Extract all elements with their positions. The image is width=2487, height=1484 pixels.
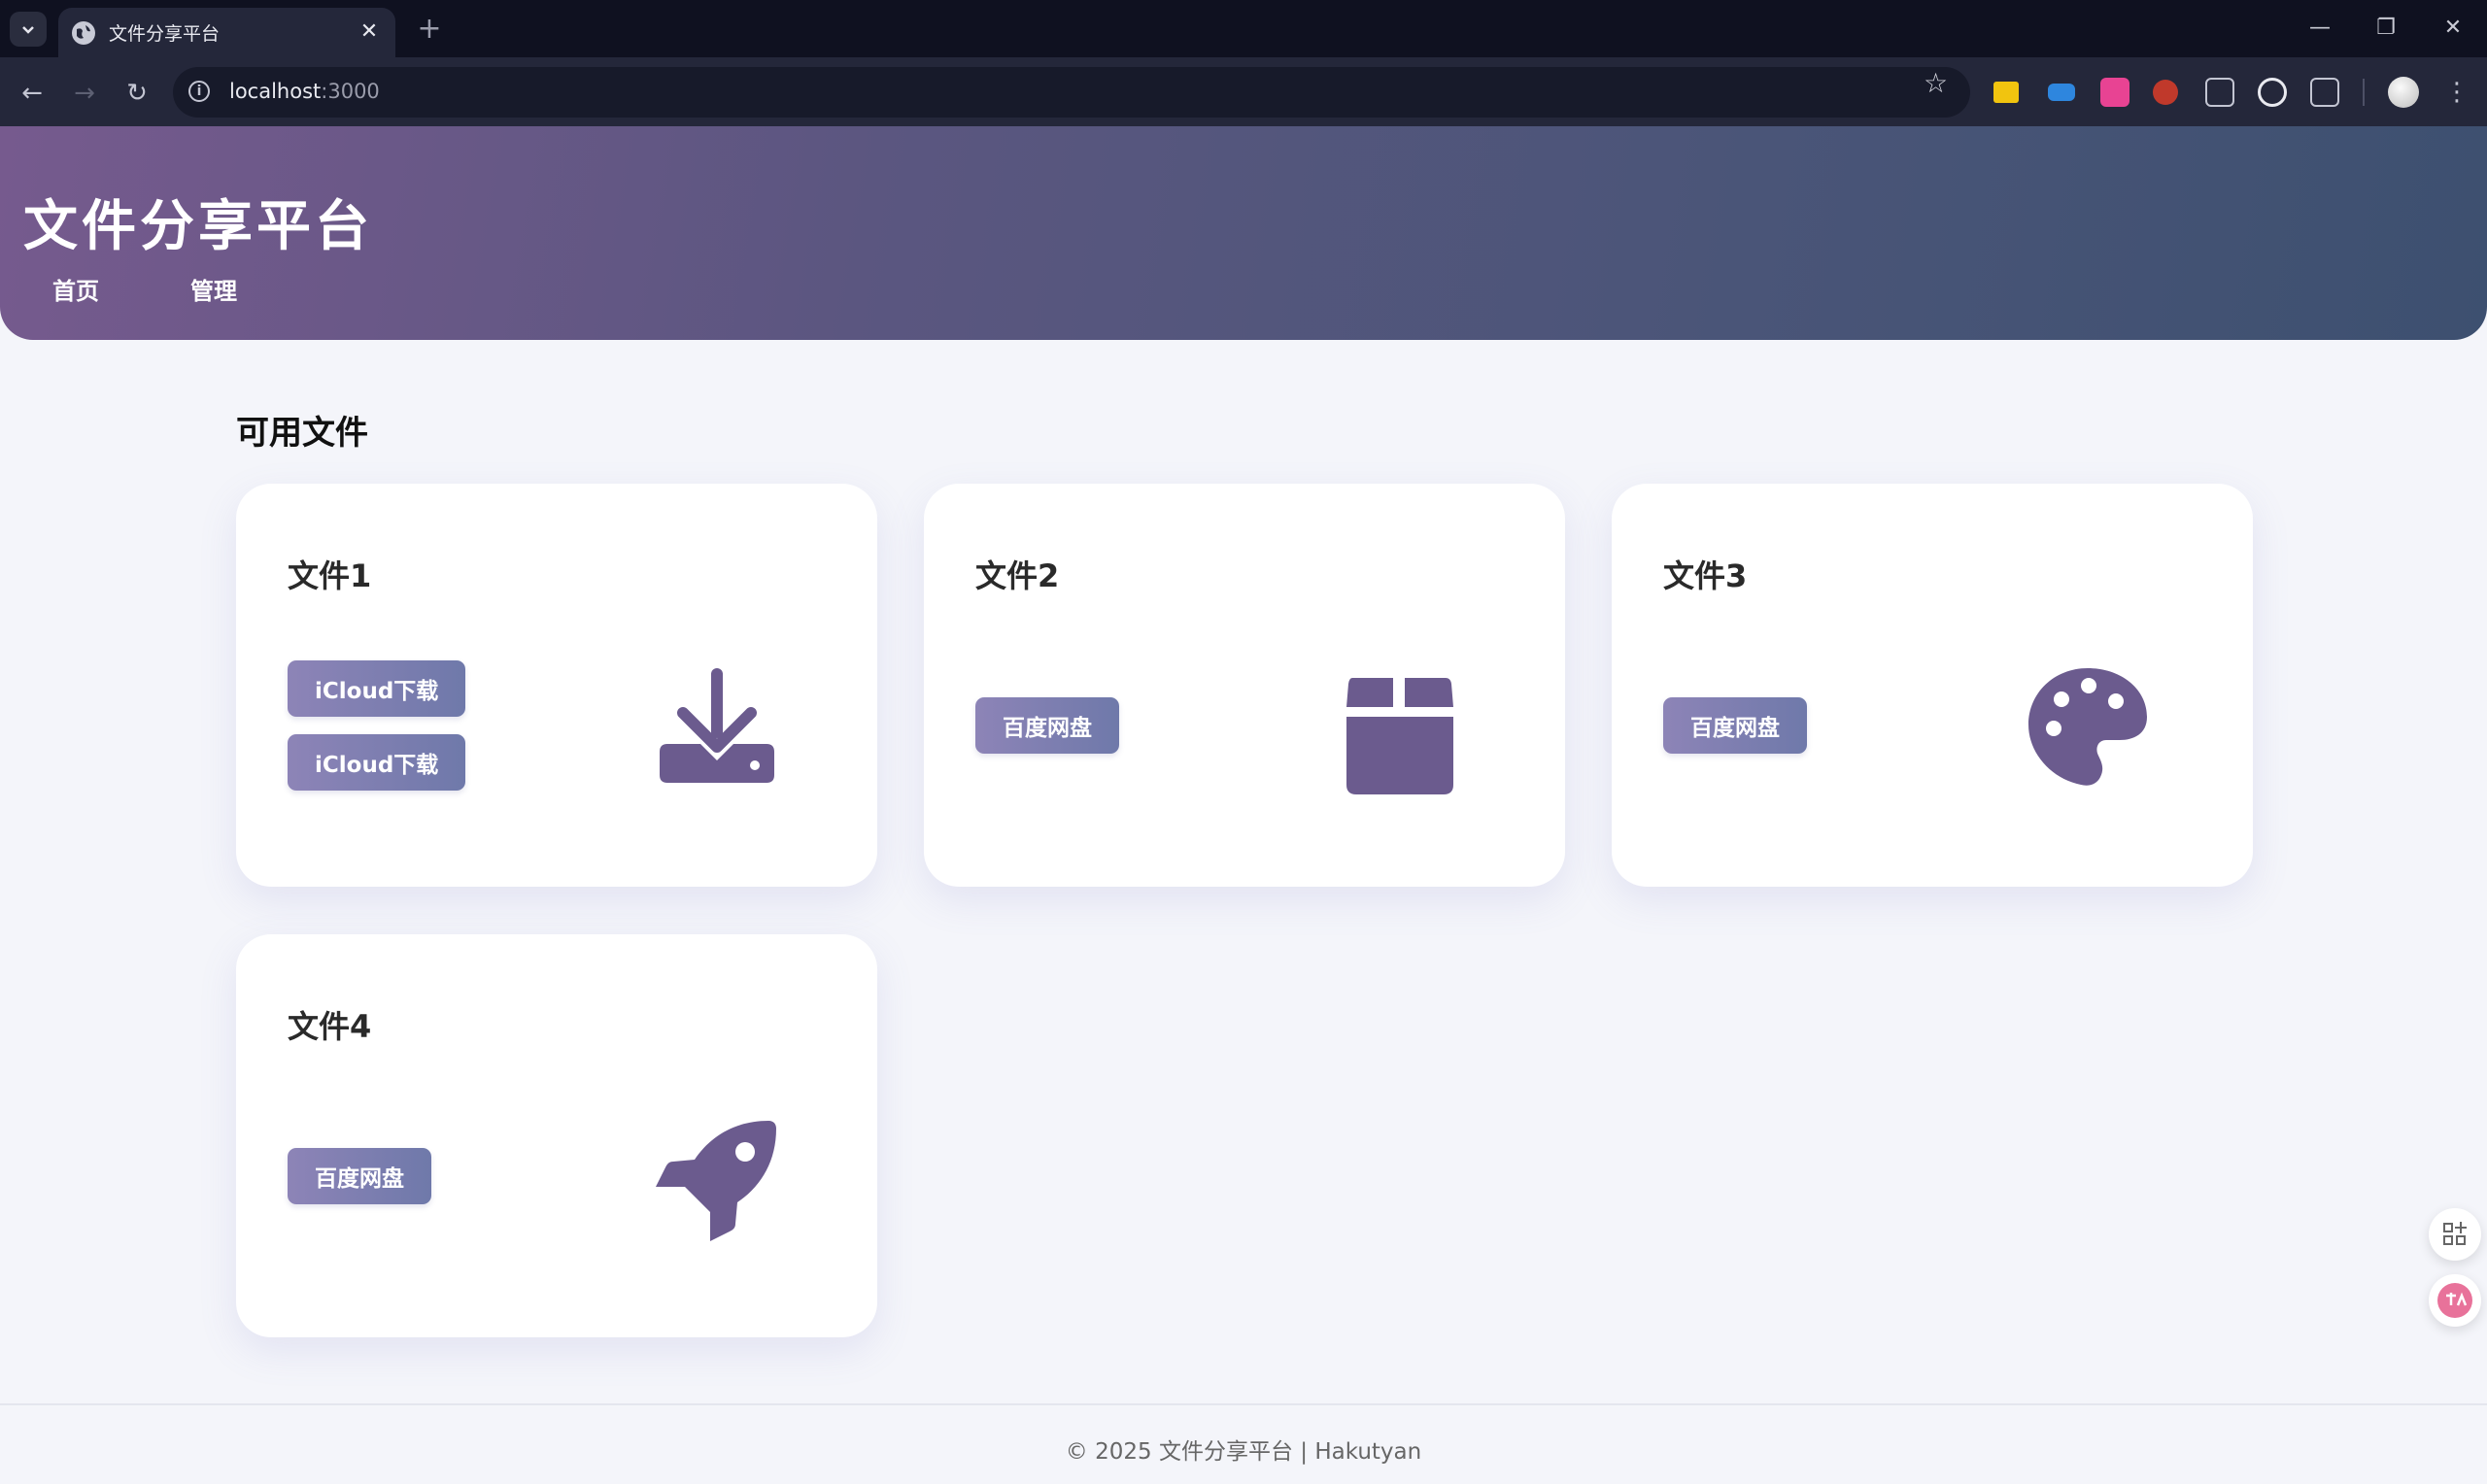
grid-add-icon: [2443, 1222, 2467, 1245]
browser-tabstrip: 文件分享平台 ✕ + — ❐ ✕: [0, 0, 2487, 57]
file-title: 文件3: [1663, 557, 1748, 594]
back-arrow-icon[interactable]: ←: [16, 77, 49, 110]
file-card-4: 文件4 百度网盘: [236, 934, 877, 1337]
extension-icon-compass[interactable]: [2258, 78, 2287, 107]
footer-copyright: © 2025 文件分享平台 | Hakutyan: [1065, 1439, 1422, 1465]
translate-icon: [2437, 1283, 2472, 1318]
profile-avatar[interactable]: [2388, 77, 2419, 108]
toolbar-divider: [2363, 79, 2365, 106]
extension-icon-block[interactable]: [2153, 80, 2178, 105]
bookmark-star-icon[interactable]: ☆: [1924, 67, 1948, 99]
reload-icon[interactable]: ↻: [120, 77, 153, 110]
close-icon[interactable]: ✕: [357, 19, 382, 45]
extension-icon-blue[interactable]: [2048, 84, 2075, 101]
chevron-down-icon: [22, 26, 34, 34]
browser-tab[interactable]: 文件分享平台 ✕: [58, 8, 395, 57]
site-title: 文件分享平台: [23, 195, 373, 258]
forward-arrow-icon[interactable]: →: [68, 77, 101, 110]
tab-search-button[interactable]: [10, 12, 47, 47]
file-card-3: 文件3 百度网盘: [1612, 484, 2253, 887]
file-title: 文件1: [288, 557, 372, 594]
icloud-download-button[interactable]: iCloud下载: [288, 660, 466, 717]
baidu-netdisk-button[interactable]: 百度网盘: [975, 697, 1119, 754]
puzzle-extensions-icon[interactable]: [2310, 78, 2339, 107]
extension-icon-translate[interactable]: [2100, 78, 2129, 107]
icloud-download-button[interactable]: iCloud下载: [288, 734, 466, 791]
file-title: 文件4: [288, 1008, 372, 1045]
site-info-icon[interactable]: i: [188, 81, 210, 102]
nav-link-home[interactable]: 首页: [52, 272, 99, 306]
minimize-icon[interactable]: —: [2300, 14, 2339, 43]
footer-divider: [0, 1403, 2487, 1405]
site-nav: 首页 管理: [52, 272, 237, 306]
tab-title: 文件分享平台: [109, 23, 221, 45]
window-close-icon[interactable]: ✕: [2434, 14, 2472, 43]
address-bar[interactable]: i localhost:3000: [173, 67, 1970, 118]
nav-link-admin[interactable]: 管理: [190, 272, 237, 306]
download-icon: [660, 668, 774, 783]
site-header: 文件分享平台 首页 管理: [0, 126, 2487, 340]
file-card-1: 文件1 iCloud下载 iCloud下载: [236, 484, 877, 887]
baidu-netdisk-button[interactable]: 百度网盘: [1663, 697, 1807, 754]
rocket-icon: [656, 1121, 776, 1241]
file-card-2: 文件2 百度网盘: [924, 484, 1565, 887]
browser-toolbar: ← → ↻ i localhost:3000 ☆ ⋮: [0, 57, 2487, 126]
palette-icon: [2028, 668, 2147, 786]
url-text: localhost:3000: [229, 80, 380, 103]
translate-float-button[interactable]: [2429, 1274, 2481, 1327]
extension-icon-glasses[interactable]: [2205, 78, 2234, 107]
extension-icon-yellow[interactable]: [1993, 82, 2019, 103]
more-menu-icon[interactable]: ⋮: [2442, 75, 2471, 110]
restore-icon[interactable]: ❐: [2367, 14, 2405, 43]
grid-add-float-button[interactable]: [2429, 1208, 2481, 1261]
file-title: 文件2: [975, 557, 1060, 594]
globe-icon: [72, 20, 95, 45]
section-title: 可用文件: [236, 414, 368, 453]
new-tab-button[interactable]: +: [412, 12, 447, 47]
baidu-netdisk-button[interactable]: 百度网盘: [288, 1148, 431, 1204]
box-icon: [1346, 678, 1453, 794]
